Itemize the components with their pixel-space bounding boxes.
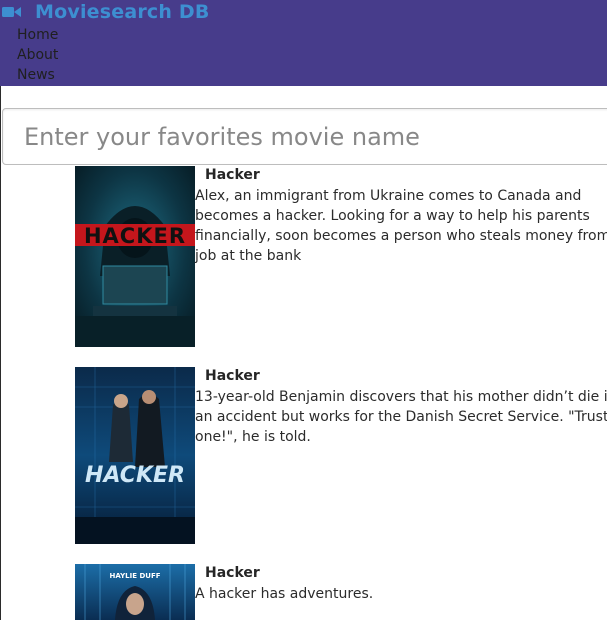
video-camera-icon [2,7,21,17]
poster-credit: HAYLIE DUFF [109,572,160,580]
movie-title[interactable]: Hacker [205,167,260,183]
brand-title: Moviesearch DB [35,1,210,23]
movie-description: Alex, an immigrant from Ukraine comes to… [195,188,607,264]
svg-text:HACKER: HACKER [85,463,185,488]
movie-poster[interactable]: HACKER [75,367,195,544]
movie-description: 13-year-old Benjamin discovers that his … [195,389,607,445]
navbar: Moviesearch DB Home About News [0,0,607,86]
movie-description: A hacker has adventures. [195,586,374,602]
movie-title[interactable]: Hacker [205,565,260,581]
brand[interactable]: Moviesearch DB [2,1,210,23]
nav-news[interactable]: News [17,66,55,84]
movie-title[interactable]: Hacker [205,368,260,384]
nav-about[interactable]: About [17,46,58,64]
svg-text:HACKER: HACKER [84,224,186,248]
search-box[interactable] [2,108,607,165]
search-input[interactable] [3,109,607,164]
movie-poster[interactable]: HAYLIE DUFF [75,564,195,620]
nav-home[interactable]: Home [17,26,58,44]
page-border [0,86,1,620]
movie-poster[interactable]: HACKER [75,166,195,347]
